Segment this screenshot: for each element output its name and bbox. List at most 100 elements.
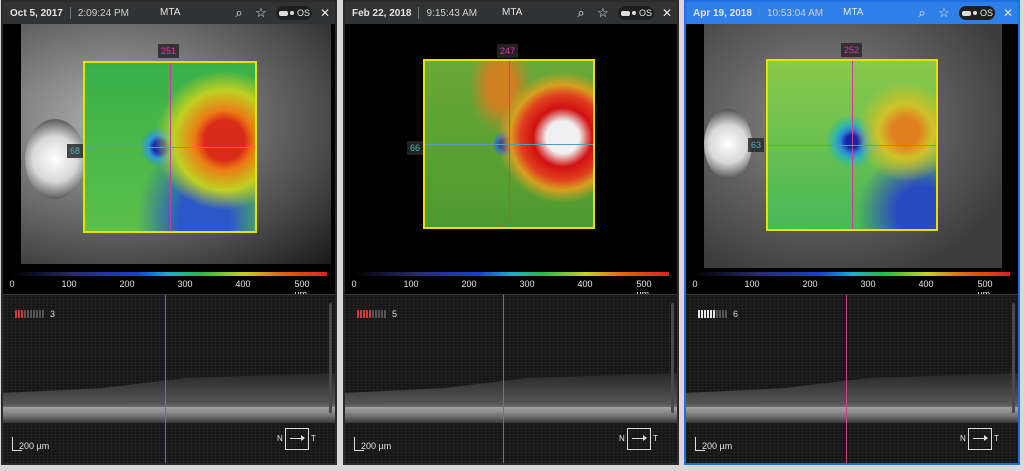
scale-tick: 200: [461, 279, 477, 289]
scale-tick: 200: [119, 279, 135, 289]
arrow-right-icon: [632, 435, 647, 441]
thickness-map[interactable]: [423, 59, 595, 229]
exam-panel-2[interactable]: Feb 22, 2018 9:15:43 AM MTA ⌕ ☆ OS ✕ 247…: [343, 0, 679, 465]
vertical-position-label: 252: [841, 43, 863, 57]
close-icon[interactable]: ✕: [659, 5, 675, 21]
quality-indicator: 5: [357, 309, 397, 319]
quality-indicator: 6: [698, 309, 738, 319]
quality-value: 5: [392, 309, 398, 319]
eye-label: OS: [980, 8, 994, 18]
thickness-map[interactable]: [766, 59, 938, 231]
orientation-box: [627, 428, 651, 450]
header-divider: [758, 7, 760, 19]
star-icon[interactable]: ☆: [936, 5, 952, 21]
scale-ticks: 0 100 200 300 400 500 µm: [345, 279, 677, 299]
nasal-label: N: [960, 434, 966, 443]
quality-value: 6: [733, 309, 739, 319]
oct-bscan[interactable]: 6 200 µm N T: [686, 294, 1018, 463]
scale-ticks: 0 100 200 300 400 500 µm: [686, 279, 1018, 299]
close-icon[interactable]: ✕: [317, 5, 333, 21]
search-icon[interactable]: ⌕: [231, 5, 247, 21]
eye-toggle[interactable]: OS: [276, 6, 312, 20]
temporal-label: T: [311, 434, 316, 443]
scrollbar[interactable]: [671, 303, 674, 413]
orientation-box: [968, 428, 992, 450]
bscan-position-line[interactable]: [165, 295, 166, 463]
eye-indicator-icon: [973, 11, 977, 15]
thickness-color-scale: [11, 272, 327, 276]
horizontal-scan-line[interactable]: [425, 144, 593, 145]
scale-tick: 400: [918, 279, 934, 289]
horizontal-scan-line[interactable]: [768, 145, 936, 146]
scale-bar-label: 200 µm: [19, 441, 50, 451]
eye-toggle-icon: [621, 10, 630, 16]
header-divider: [418, 7, 420, 19]
scale-bar-label: 200 µm: [361, 441, 392, 451]
scale-tick: 0: [692, 279, 698, 289]
scale-tick: 0: [9, 279, 15, 289]
scale-tick: 100: [403, 279, 419, 289]
orientation-box: [285, 428, 309, 450]
horizontal-position-label: 68: [67, 144, 84, 158]
thickness-map[interactable]: [83, 61, 257, 233]
star-icon[interactable]: ☆: [253, 5, 269, 21]
eye-label: OS: [639, 8, 653, 18]
search-icon[interactable]: ⌕: [573, 5, 589, 21]
fundus-image[interactable]: 247 66: [345, 24, 677, 268]
star-icon[interactable]: ☆: [595, 5, 611, 21]
vertical-position-label: 247: [497, 44, 519, 58]
oct-bscan[interactable]: 3 200 µm N T: [3, 294, 335, 463]
scale-tick: 200: [802, 279, 818, 289]
oct-bscan[interactable]: 5 200 µm N T: [345, 294, 677, 463]
horizontal-scan-line[interactable]: [85, 147, 255, 148]
rpe-layer: [686, 407, 1018, 415]
scale-tick: 300: [177, 279, 193, 289]
eye-toggle[interactable]: OS: [959, 6, 995, 20]
exam-panel-3[interactable]: Apr 19, 2018 10:53:04 AM MTA ⌕ ☆ OS ✕ 25…: [684, 0, 1020, 465]
horizontal-position-label: 63: [748, 138, 765, 152]
scale-tick: 400: [235, 279, 251, 289]
search-icon[interactable]: ⌕: [914, 5, 930, 21]
scale-tick: 0: [351, 279, 357, 289]
orientation-indicator: N T: [619, 426, 669, 452]
orientation-indicator: N T: [960, 426, 1010, 452]
nasal-label: N: [619, 434, 625, 443]
eye-toggle[interactable]: OS: [618, 6, 654, 20]
eye-indicator-icon: [290, 11, 294, 15]
temporal-label: T: [994, 434, 999, 443]
eye-toggle-icon: [962, 10, 971, 16]
exam-time: 2:09:24 PM: [77, 7, 129, 19]
optic-disc: [25, 119, 85, 199]
rpe-layer: [345, 407, 677, 415]
scan-mode: MTA: [843, 7, 864, 18]
scale-tick: 100: [61, 279, 77, 289]
bscan-position-line[interactable]: [846, 295, 847, 463]
header-divider: [69, 7, 71, 19]
thickness-color-scale: [353, 272, 669, 276]
exam-time: 9:15:43 AM: [426, 7, 478, 19]
optic-disc: [704, 109, 752, 179]
scale-bar-label: 200 µm: [702, 441, 733, 451]
exam-date: Oct 5, 2017: [10, 7, 63, 19]
scrollbar[interactable]: [329, 303, 332, 413]
quality-indicator: 3: [15, 309, 55, 319]
eye-toggle-icon: [279, 10, 288, 16]
eye-indicator-icon: [632, 11, 636, 15]
panel-header: Feb 22, 2018 9:15:43 AM MTA ⌕ ☆ OS ✕: [345, 2, 677, 24]
panel-header: Apr 19, 2018 10:53:04 AM MTA ⌕ ☆ OS ✕: [686, 2, 1018, 24]
arrow-right-icon: [973, 435, 988, 441]
thickness-color-scale: [694, 272, 1010, 276]
rpe-layer: [3, 407, 335, 415]
arrow-right-icon: [290, 435, 305, 441]
scrollbar[interactable]: [1012, 303, 1015, 413]
quality-value: 3: [50, 309, 56, 319]
exam-panel-1[interactable]: Oct 5, 2017 2:09:24 PM MTA ⌕ ☆ OS ✕ 251 …: [1, 0, 337, 465]
scan-mode: MTA: [502, 7, 523, 18]
horizontal-position-label: 66: [407, 141, 424, 155]
fundus-image[interactable]: 252 63: [686, 24, 1018, 268]
exam-time: 10:53:04 AM: [766, 7, 824, 19]
close-icon[interactable]: ✕: [1000, 5, 1016, 21]
bscan-position-line[interactable]: [503, 295, 504, 463]
fundus-image[interactable]: 251 68: [3, 24, 335, 268]
scale-ticks: 0 100 200 300 400 500 µm: [3, 279, 335, 299]
